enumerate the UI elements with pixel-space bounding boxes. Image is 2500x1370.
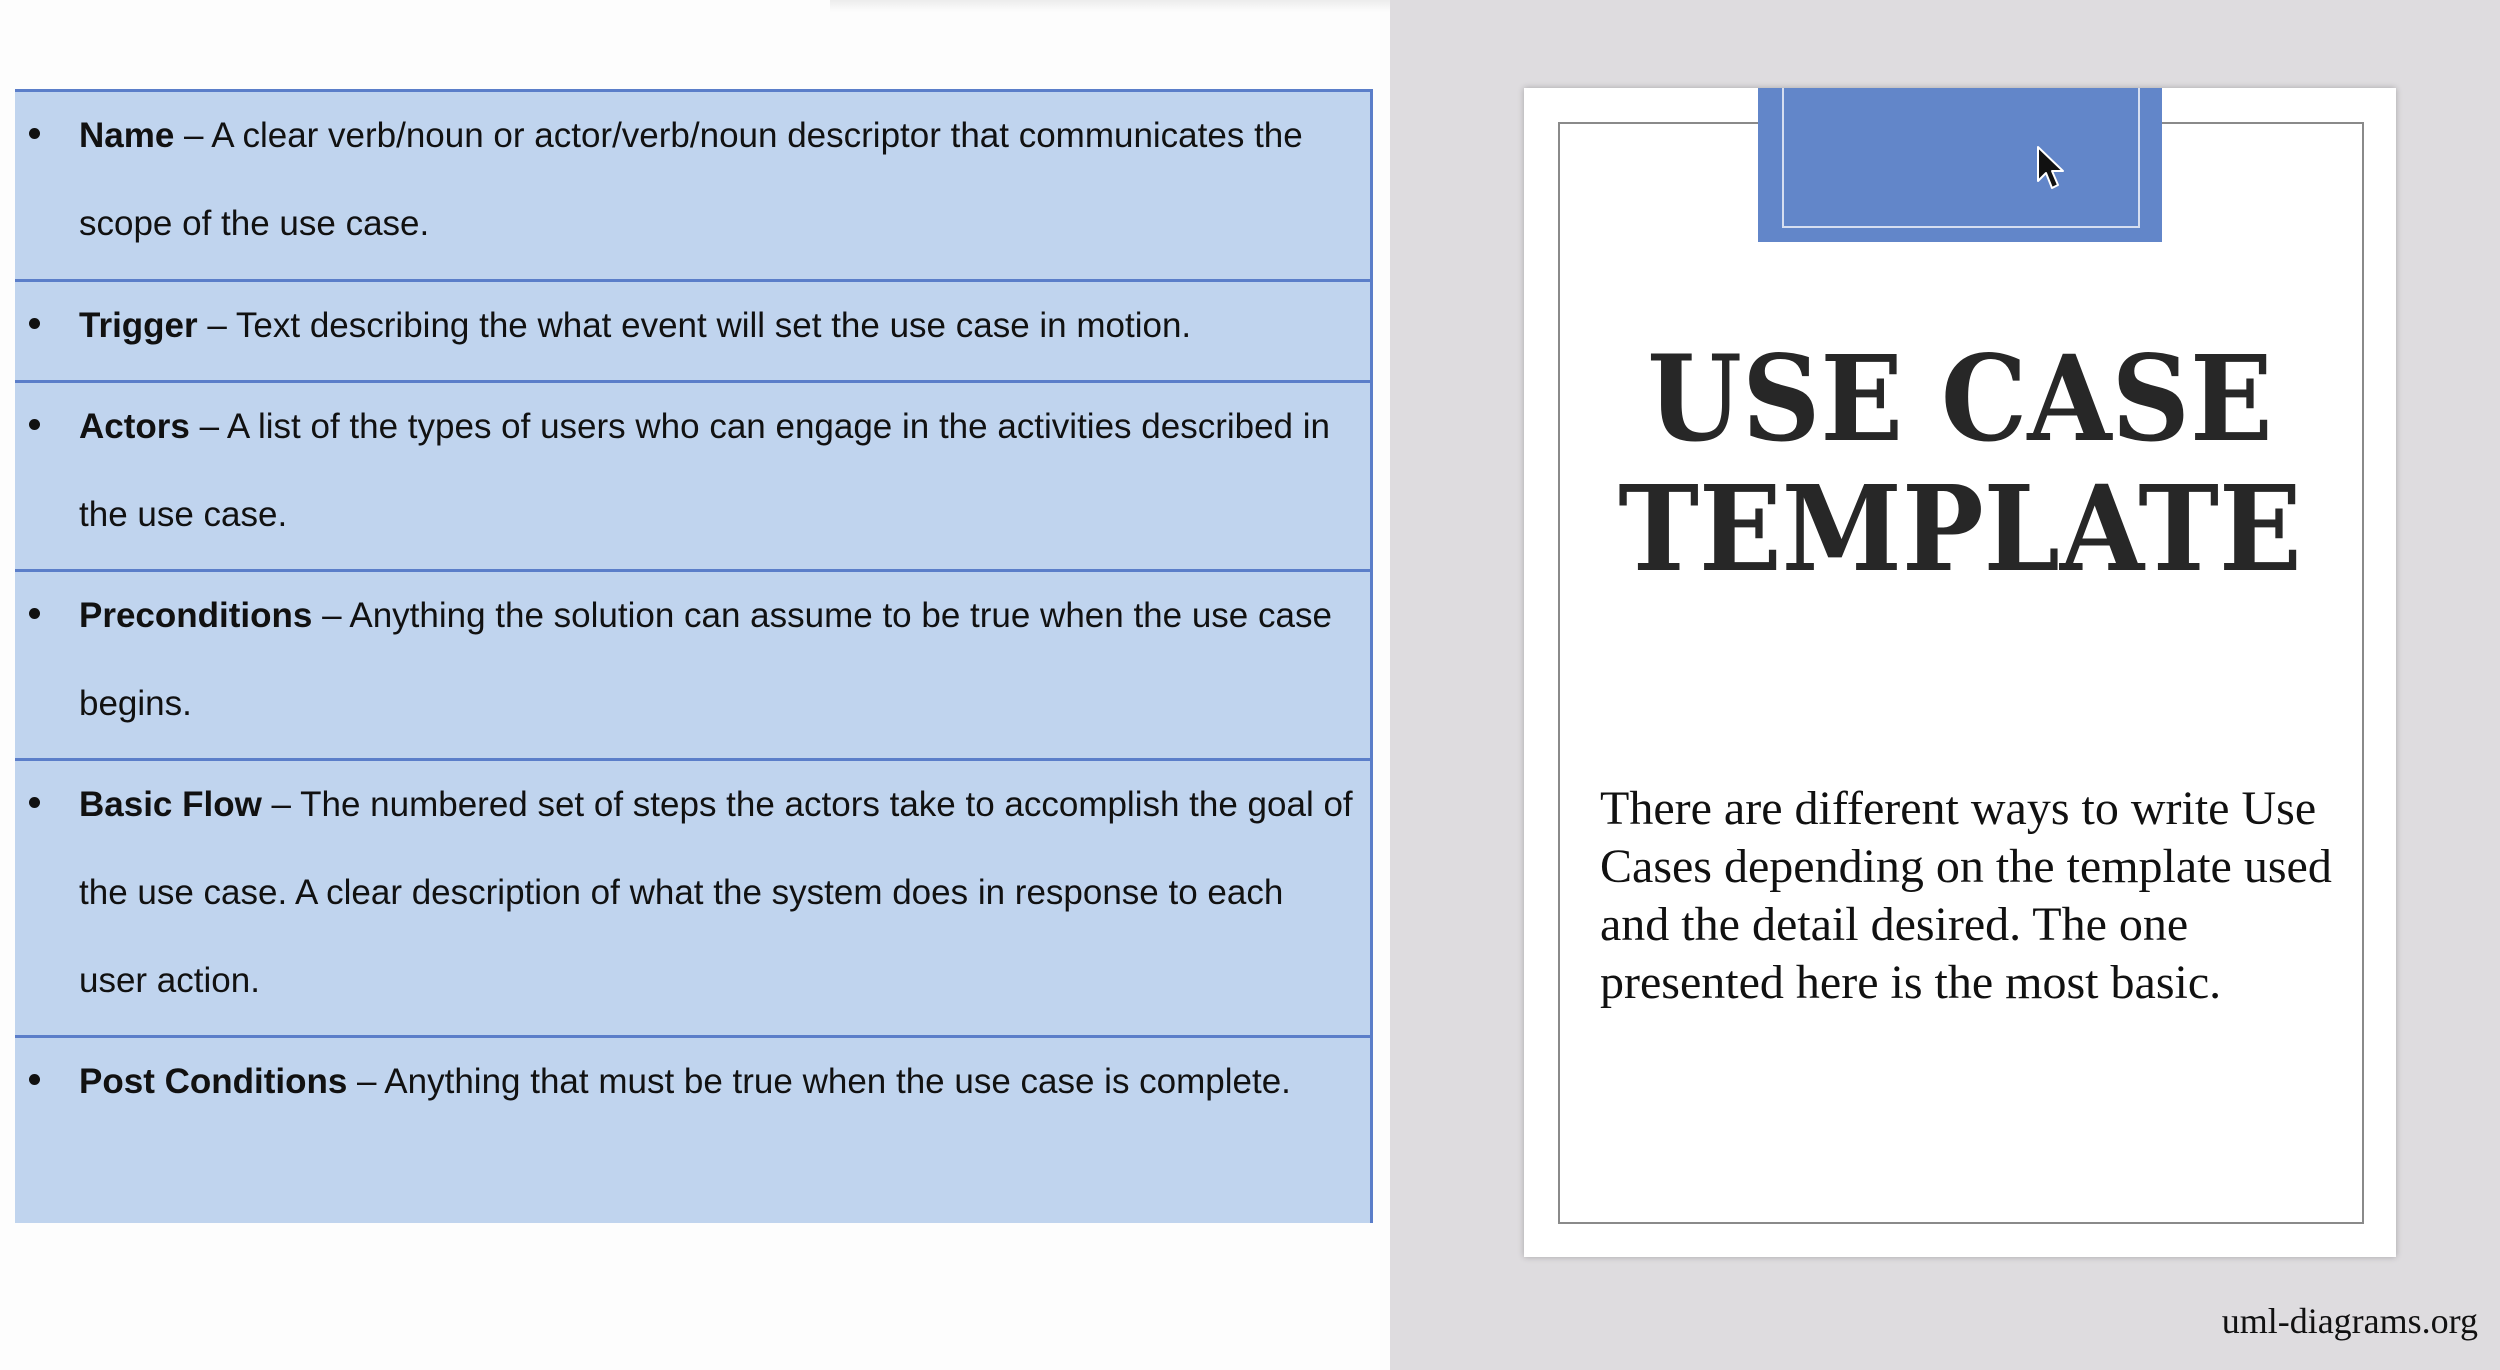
document-body: There are different ways to write Use Ca… xyxy=(1600,782,2332,1009)
definition-row-actors: Actors – A list of the types of users wh… xyxy=(15,383,1370,572)
document-title: USE CASE TEMPLATE xyxy=(1559,334,2361,594)
definition-text: – Anything that must be true when the us… xyxy=(347,1062,1291,1101)
definition-text: – A clear verb/noun or actor/verb/noun d… xyxy=(79,116,1303,243)
document-frame xyxy=(1558,122,2364,1224)
definition-entry: Preconditions – Anything the solution ca… xyxy=(79,572,1356,748)
definition-term: Actors xyxy=(79,407,190,446)
bullet-icon xyxy=(29,608,40,619)
definition-entry: Actors – A list of the types of users wh… xyxy=(79,383,1356,559)
document-title-line: TEMPLATE xyxy=(1618,459,2302,598)
bullet-icon xyxy=(29,419,40,430)
definition-entry: Trigger – Text describing the what event… xyxy=(79,282,1356,370)
definition-row-trigger: Trigger – Text describing the what event… xyxy=(15,282,1370,383)
definition-row-name: Name – A clear verb/noun or actor/verb/n… xyxy=(15,92,1370,282)
bullet-icon xyxy=(29,128,40,139)
document-header-tab xyxy=(1758,88,2162,242)
definition-row-post-conditions: Post Conditions – Anything that must be … xyxy=(15,1038,1370,1226)
definition-entry: Name – A clear verb/noun or actor/verb/n… xyxy=(79,92,1356,268)
definitions-table: Name – A clear verb/noun or actor/verb/n… xyxy=(15,89,1373,1223)
definition-text: – The numbered set of steps the actors t… xyxy=(79,785,1353,1000)
document-header-tab-inner xyxy=(1782,88,2140,228)
definition-term: Post Conditions xyxy=(79,1062,348,1101)
definition-term: Preconditions xyxy=(79,596,313,635)
document-title-line: USE CASE xyxy=(1647,329,2273,468)
mouse-pointer-icon xyxy=(2037,146,2064,189)
definition-term: Trigger xyxy=(79,306,198,345)
definition-row-preconditions: Preconditions – Anything the solution ca… xyxy=(15,572,1370,761)
definition-term: Name xyxy=(79,116,175,155)
definition-text: – A list of the types of users who can e… xyxy=(79,407,1330,534)
footer-site-label: uml-diagrams.org xyxy=(2221,1301,2478,1341)
definition-term: Basic Flow xyxy=(79,785,262,824)
definition-entry: Basic Flow – The numbered set of steps t… xyxy=(79,761,1356,1025)
document-cover: USE CASE TEMPLATE There are different wa… xyxy=(1524,88,2396,1257)
definition-row-basic-flow: Basic Flow – The numbered set of steps t… xyxy=(15,761,1370,1038)
bullet-icon xyxy=(29,797,40,808)
definition-entry: Post Conditions – Anything that must be … xyxy=(79,1038,1356,1126)
left-pane: Name – A clear verb/noun or actor/verb/n… xyxy=(0,0,1690,1370)
definition-text: – Text describing the what event will se… xyxy=(197,306,1192,345)
bullet-icon xyxy=(29,318,40,329)
bullet-icon xyxy=(29,1074,40,1085)
